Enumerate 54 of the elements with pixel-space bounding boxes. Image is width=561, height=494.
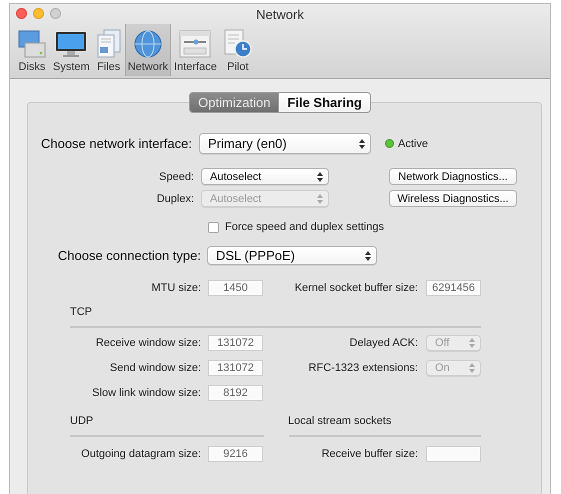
stepper-arrows-icon [469,363,475,373]
globe-icon [132,29,163,59]
status-label: Active [398,138,428,150]
number-field[interactable] [426,446,481,462]
field-label: Outgoing datagram size: [80,448,201,460]
number-field[interactable]: 131072 [208,335,263,351]
number-field[interactable]: 131072 [208,360,263,376]
diagnostics-button[interactable]: Wireless Diagnostics... [389,190,517,207]
checkbox-label[interactable]: Force speed and duplex settings [225,221,384,233]
window-sliders-icon [179,29,212,59]
toolbar-item[interactable]: Pilot [220,24,256,76]
documents-icon [96,29,122,59]
field-label: MTU size: [150,282,201,294]
section-heading: UDP [70,415,94,427]
number-field[interactable]: 6291456 [426,280,481,296]
window-title: Network [256,6,304,22]
monitor-icon [55,29,88,59]
field-label: Send window size: [108,362,201,374]
toolbar-item[interactable]: Disks [14,24,50,76]
field-label: Choose network interface: [40,136,192,151]
tab[interactable]: File Sharing [279,92,371,113]
section-heading: Local stream sockets [288,415,392,427]
field-label: Duplex: [156,192,194,204]
field-label: Receive buffer size: [320,448,418,460]
field-label: Kernel socket buffer size: [294,282,418,294]
stepper-arrows-icon [317,172,323,182]
stepper-arrows-icon [365,250,371,260]
toolbar-item[interactable]: System [50,24,93,76]
checkbox[interactable] [208,222,219,232]
zoom-window-button[interactable] [50,8,61,19]
field-label: Slow link window size: [91,387,201,399]
number-field[interactable]: 1450 [208,280,263,296]
section-heading: TCP [70,306,92,318]
connection-type-popup[interactable]: DSL (PPPoE) [207,246,377,265]
stepper-arrows-icon [359,138,365,148]
speed-popup[interactable]: Autoselect [201,168,329,185]
clock-document-icon [222,29,253,59]
number-field[interactable]: 8192 [208,385,263,401]
hard-drive-icon [17,29,47,59]
toolbar-item[interactable]: Files [92,24,125,76]
field-label: RFC-1323 extensions: [308,362,418,374]
diagnostics-button[interactable]: Network Diagnostics... [389,168,517,185]
toolbar-item[interactable]: Interface [171,24,220,76]
close-window-button[interactable] [16,8,27,19]
field-label: Speed: [158,170,194,182]
number-field[interactable]: 9216 [208,446,263,462]
toolbar-item[interactable]: Network [124,24,172,76]
minimize-window-button[interactable] [33,8,44,19]
stepper-arrows-icon [469,338,475,348]
field-label: Choose connection type: [56,248,201,263]
field-label: Receive window size: [94,337,201,349]
interface-popup[interactable]: Primary (en0) [199,133,371,154]
stepper-arrows-icon [317,194,323,204]
field-label: Delayed ACK: [348,337,418,349]
